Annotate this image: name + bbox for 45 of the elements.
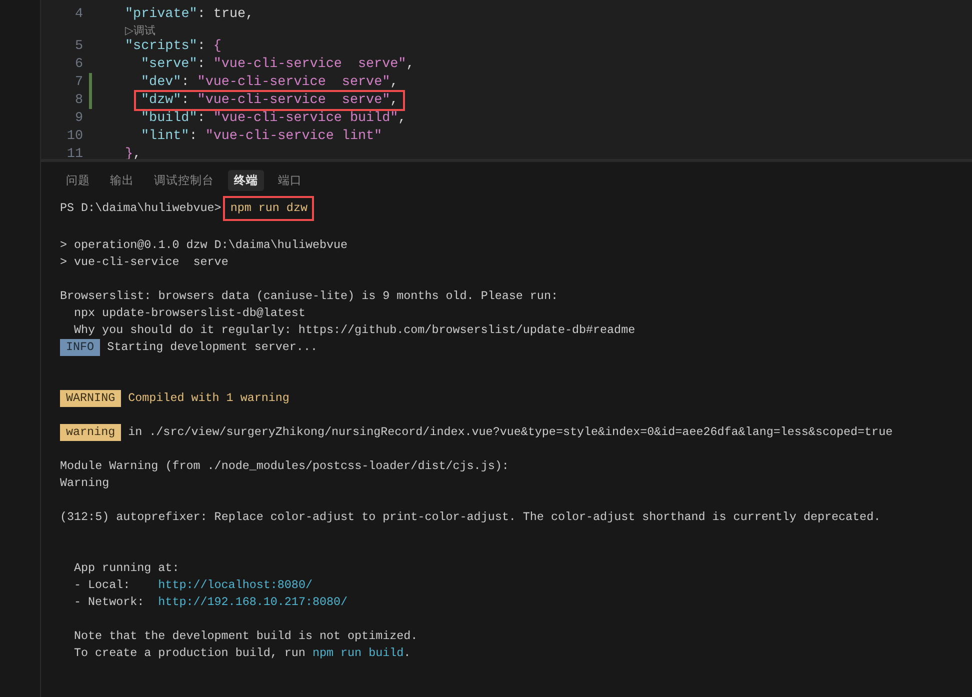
terminal-line: Warning [60, 475, 110, 492]
log-badge: WARNING [60, 390, 122, 407]
code-line: "serve": "vue-cli-service serve", [141, 56, 414, 72]
line-number: 7 [74, 74, 83, 90]
line-number: 8 [74, 92, 83, 108]
log-badge: INFO [60, 339, 100, 356]
line-number: 5 [74, 38, 83, 54]
panel-tab[interactable]: 终端 [228, 170, 264, 191]
terminal-line: Module Warning (from ./node_modules/postcss-loader/dist/cjs.js): [60, 458, 509, 475]
terminal-line: - Network: http://192.168.10.217:8080/ [74, 594, 348, 611]
log-message: Compiled with 1 warning [128, 390, 290, 407]
terminal-command: npm run dzw [223, 196, 314, 220]
terminal-line: > vue-cli-service serve [60, 254, 228, 271]
code-line: "private": true, [125, 6, 254, 22]
terminal-link[interactable]: http://192.168.10.217:8080/ [158, 595, 348, 609]
code-line: }, [125, 146, 142, 159]
line-number: 4 [74, 6, 83, 22]
terminal-line: Why you should do it regularly: https://github.com/browserslist/update-db#readme [74, 322, 636, 339]
code-line: "dev": "vue-cli-service serve", [141, 74, 398, 90]
terminal-line: (312:5) autoprefixer: Replace color-adjust to print-color-adjust. The color-adjust shorthand is currently deprecated. [60, 509, 881, 526]
terminal-line: To create a production build, run npm run build. [74, 645, 411, 662]
terminal-line: Note that the development build is not optimized. [74, 628, 418, 645]
code-line: "scripts": { [125, 38, 222, 54]
terminal-line: - Local: http://localhost:8080/ [74, 577, 312, 594]
debug-codelens[interactable]: ▷调试 [125, 22, 156, 38]
terminal-prompt: PS D:\daima\huliwebvue> [60, 200, 222, 216]
line-number: 11 [66, 146, 83, 159]
log-message: Starting development server... [107, 339, 318, 356]
log-badge: warning [60, 424, 122, 441]
terminal-line: npx update-browserslist-db@latest [74, 305, 306, 322]
panel-tab[interactable]: 端口 [272, 170, 308, 191]
terminal-link[interactable]: npm run build [312, 646, 404, 660]
terminal-line: Browserslist: browsers data (caniuse-lite) is 9 months old. Please run: [60, 288, 558, 305]
panel-tab[interactable]: 输出 [104, 170, 140, 191]
panel-tab[interactable]: 问题 [60, 170, 96, 191]
code-line: "lint": "vue-cli-service lint" [141, 128, 382, 144]
panel-tab[interactable]: 调试控制台 [148, 170, 220, 191]
terminal-line: App running at: [74, 560, 180, 577]
line-number: 6 [74, 56, 83, 72]
code-line: "build": "vue-cli-service build", [141, 110, 406, 126]
line-number: 10 [66, 128, 83, 144]
terminal-link[interactable]: http://localhost:8080/ [158, 578, 312, 592]
line-number: 9 [74, 110, 83, 126]
terminal-line: > operation@0.1.0 dzw D:\daima\huliwebvue [60, 237, 348, 254]
log-message: in ./src/view/surgeryZhikong/nursingRecord/index.vue?vue&type=style&index=0&id=aee26dfa&lang=less&scoped=true [128, 424, 893, 441]
